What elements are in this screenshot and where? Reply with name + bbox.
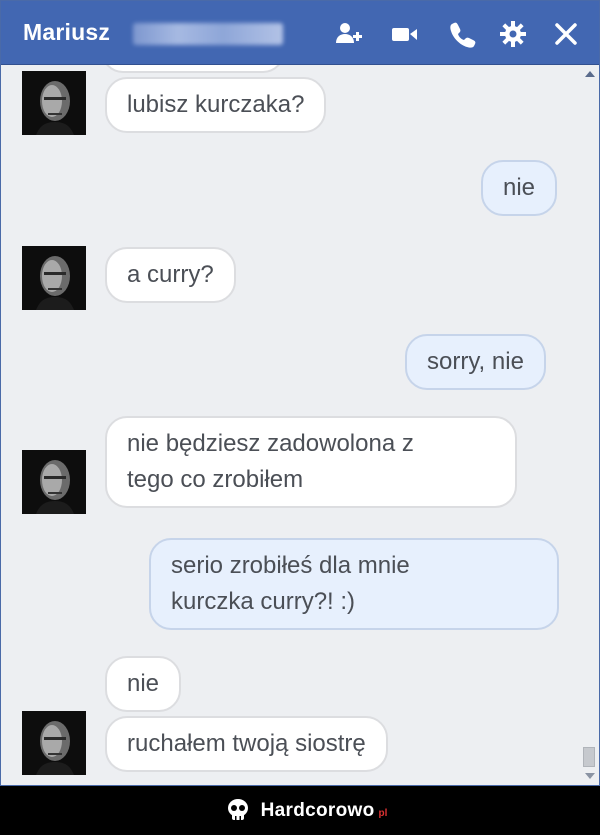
- chat-titlebar[interactable]: Mariusz: [1, 1, 599, 65]
- message-bubble[interactable]: nie będziesz zadowolona z tego co zrobił…: [105, 416, 517, 508]
- message-bubble[interactable]: a curry?: [105, 247, 236, 303]
- message-bubble[interactable]: lubisz kurczaka?: [105, 77, 327, 133]
- watermark-brand: Hardcorowo: [260, 799, 375, 821]
- video-camera-icon[interactable]: [389, 19, 419, 49]
- avatar[interactable]: [22, 71, 86, 135]
- skull-icon: [227, 798, 248, 820]
- avatar[interactable]: [22, 246, 86, 310]
- scrollbar[interactable]: [581, 65, 598, 785]
- message-list[interactable]: lubisz kurczaka? nie a curry? sorry, nie…: [1, 65, 581, 785]
- message-bubble[interactable]: sorry, nie: [405, 334, 546, 390]
- avatar[interactable]: [22, 711, 86, 775]
- watermark-logo: Hardcorowo pl: [223, 796, 388, 826]
- message-bubble[interactable]: ruchałem twoją siostrę: [105, 716, 388, 772]
- blurred-surname: [133, 23, 283, 45]
- scrollbar-thumb[interactable]: [583, 747, 595, 767]
- scroll-down-arrow-icon[interactable]: [585, 773, 595, 779]
- add-person-icon[interactable]: [333, 19, 363, 49]
- message-bubble[interactable]: serio zrobiłeś dla mnie kurczka curry?! …: [149, 538, 559, 630]
- phone-icon[interactable]: [447, 19, 477, 49]
- watermark-bar: Hardcorowo pl: [0, 786, 600, 835]
- close-icon[interactable]: [551, 19, 581, 49]
- avatar[interactable]: [22, 450, 86, 514]
- contact-name[interactable]: Mariusz: [23, 19, 110, 46]
- watermark-tld: pl: [378, 808, 388, 819]
- message-bubble[interactable]: nie: [105, 656, 182, 712]
- chat-window: Mariusz lubisz kurczaka? nie a curry? so…: [0, 0, 600, 786]
- scroll-up-arrow-icon[interactable]: [585, 71, 595, 77]
- gear-icon[interactable]: [498, 19, 528, 49]
- message-bubble[interactable]: nie: [481, 160, 558, 216]
- message-bubble-clipped: [101, 65, 285, 73]
